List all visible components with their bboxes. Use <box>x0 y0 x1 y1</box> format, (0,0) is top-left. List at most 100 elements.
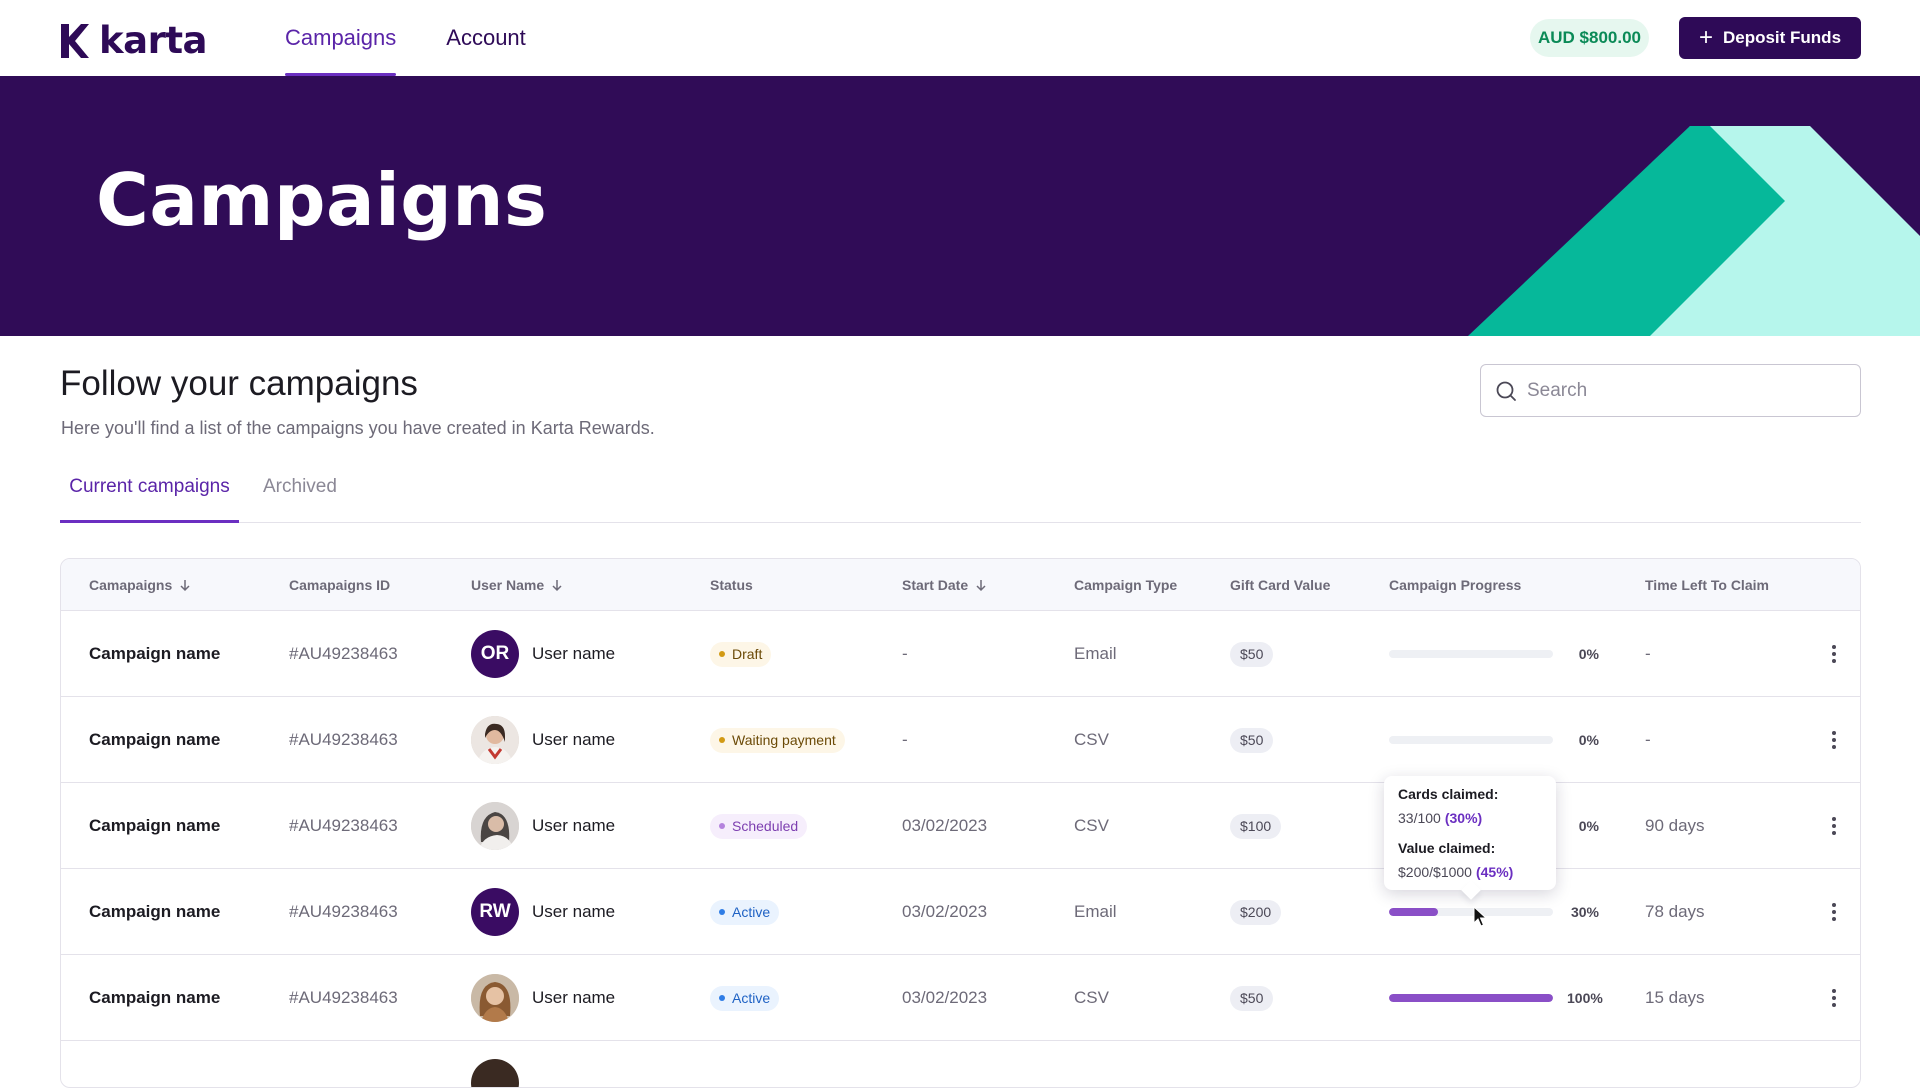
karta-logo[interactable]: karta <box>59 19 207 62</box>
gift-value-cell: $50 <box>1230 697 1274 783</box>
campaign-name[interactable]: Campaign name <box>89 697 220 783</box>
status-badge: Draft <box>710 641 772 667</box>
progress-fill <box>1389 908 1439 916</box>
header-label: Camapaigns <box>89 577 173 593</box>
progress-percent: 0% <box>1578 818 1599 834</box>
table-row[interactable]: Campaign name #AU49238463 OR User name D… <box>61 611 1860 697</box>
gift-value-cell: $200 <box>1230 869 1282 955</box>
header-time-left: Time Left To Claim <box>1645 559 1769 611</box>
row-menu-button[interactable] <box>1831 955 1837 1041</box>
status-cell: Draft <box>710 611 772 697</box>
table-row[interactable]: Campaign name #AU49238463 User name Acti… <box>61 955 1860 1041</box>
nav-item-campaigns[interactable]: Campaigns <box>285 0 397 76</box>
user-name: User name <box>532 816 616 835</box>
deposit-funds-button[interactable]: + Deposit Funds <box>1679 17 1861 59</box>
header-status: Status <box>710 559 753 611</box>
user-photo-icon <box>471 716 519 764</box>
tooltip-value-value: $200/$1000 <box>1398 864 1472 880</box>
search-box[interactable] <box>1480 364 1861 417</box>
status-label: Scheduled <box>732 818 799 834</box>
header-campaign-type: Campaign Type <box>1074 559 1177 611</box>
table-row[interactable]: Campaign name #AU49238463 User name Wait… <box>61 697 1860 783</box>
gift-value-cell: $50 <box>1230 955 1274 1041</box>
campaign-type: CSV <box>1074 988 1109 1007</box>
row-menu-button[interactable] <box>1831 611 1837 697</box>
page-title: Campaigns <box>96 158 548 242</box>
user-cell: OR User name <box>471 611 615 697</box>
time-left: - <box>1645 730 1651 749</box>
progress-cell[interactable]: 0% <box>1389 697 1599 783</box>
status-dot <box>719 737 725 743</box>
more-vertical-icon <box>1832 645 1836 663</box>
tab-current-campaigns[interactable]: Current campaigns <box>60 468 239 523</box>
status-dot <box>719 995 725 1001</box>
tooltip-value-row: $200/$1000 (45%) <box>1398 864 1542 880</box>
campaign-name[interactable]: Campaign name <box>89 611 220 697</box>
campaign-id: #AU49238463 <box>289 816 398 835</box>
campaign-name[interactable]: Campaign name <box>89 955 220 1041</box>
campaign-id: #AU49238463 <box>289 902 398 921</box>
progress-percent: 0% <box>1578 646 1599 662</box>
arrow-down-icon <box>180 580 190 592</box>
table-row[interactable]: Campaign name #AU49238463 User name Sche… <box>61 783 1860 869</box>
plus-icon: + <box>1698 24 1713 51</box>
status-dot <box>719 909 725 915</box>
progress-percent: 30% <box>1570 904 1599 920</box>
tooltip-cards-label: Cards claimed: <box>1398 786 1499 802</box>
row-menu-button[interactable] <box>1831 783 1837 869</box>
status-label: Active <box>732 990 771 1006</box>
progress-cell[interactable]: 0% <box>1389 611 1599 697</box>
search-input[interactable] <box>1527 379 1827 402</box>
row-menu-button[interactable] <box>1831 869 1837 955</box>
table-row[interactable] <box>61 1041 1860 1087</box>
avatar <box>471 974 519 1022</box>
tooltip-cards-row: 33/100 (30%) <box>1398 810 1542 826</box>
table-row[interactable]: Campaign name #AU49238463 RW User name A… <box>61 869 1860 955</box>
logo-text: karta <box>99 19 207 62</box>
more-vertical-icon <box>1832 903 1836 921</box>
avatar <box>471 716 519 764</box>
header-label: Start Date <box>902 577 969 593</box>
arrow-down-icon <box>552 580 562 592</box>
balance-badge: AUD $800.00 <box>1530 19 1650 57</box>
avatar: OR <box>471 630 519 678</box>
gift-card-value: $50 <box>1230 727 1274 753</box>
section-subtitle: Here you'll find a list of the campaigns… <box>61 418 655 438</box>
status-cell: Active <box>710 869 780 955</box>
start-date: 03/02/2023 <box>902 902 988 921</box>
header-user-name[interactable]: User Name <box>471 559 564 611</box>
campaign-name[interactable]: Campaign name <box>89 869 220 955</box>
tooltip-value-label: Value claimed: <box>1398 840 1496 856</box>
status-dot <box>719 823 725 829</box>
user-cell: User name <box>471 955 615 1041</box>
campaign-type: Email <box>1074 644 1117 663</box>
table-header: Camapaigns Camapaigns ID User Name Statu… <box>61 559 1860 611</box>
progress-cell[interactable]: 100% <box>1389 955 1603 1041</box>
status-badge: Waiting payment <box>710 727 845 753</box>
progress-percent: 0% <box>1578 732 1599 748</box>
header-label: User Name <box>471 577 545 593</box>
campaign-id: #AU49238463 <box>289 730 398 749</box>
nav-item-account[interactable]: Account <box>446 0 526 76</box>
mouse-cursor-icon <box>1473 906 1487 927</box>
campaign-name[interactable]: Campaign name <box>89 783 220 869</box>
header-label: Status <box>710 577 753 593</box>
header-campaigns-id: Camapaigns ID <box>289 559 390 611</box>
status-badge: Active <box>710 899 780 925</box>
header-campaigns[interactable]: Camapaigns <box>89 559 192 611</box>
search-icon <box>1496 381 1516 401</box>
tab-archived[interactable]: Archived <box>263 468 337 523</box>
campaign-id: #AU49238463 <box>289 988 398 1007</box>
time-left: - <box>1645 644 1651 663</box>
header-label: Gift Card Value <box>1230 577 1331 593</box>
user-name: User name <box>532 902 616 921</box>
time-left: 78 days <box>1645 902 1705 921</box>
progress-track <box>1389 650 1553 658</box>
gift-card-value: $100 <box>1230 813 1282 839</box>
row-menu-button[interactable] <box>1831 697 1837 783</box>
progress-track <box>1389 736 1553 744</box>
time-left: 15 days <box>1645 988 1705 1007</box>
progress-tooltip: Cards claimed: 33/100 (30%) Value claimed… <box>1384 776 1556 890</box>
header-start-date[interactable]: Start Date <box>902 559 988 611</box>
avatar <box>471 1059 519 1087</box>
